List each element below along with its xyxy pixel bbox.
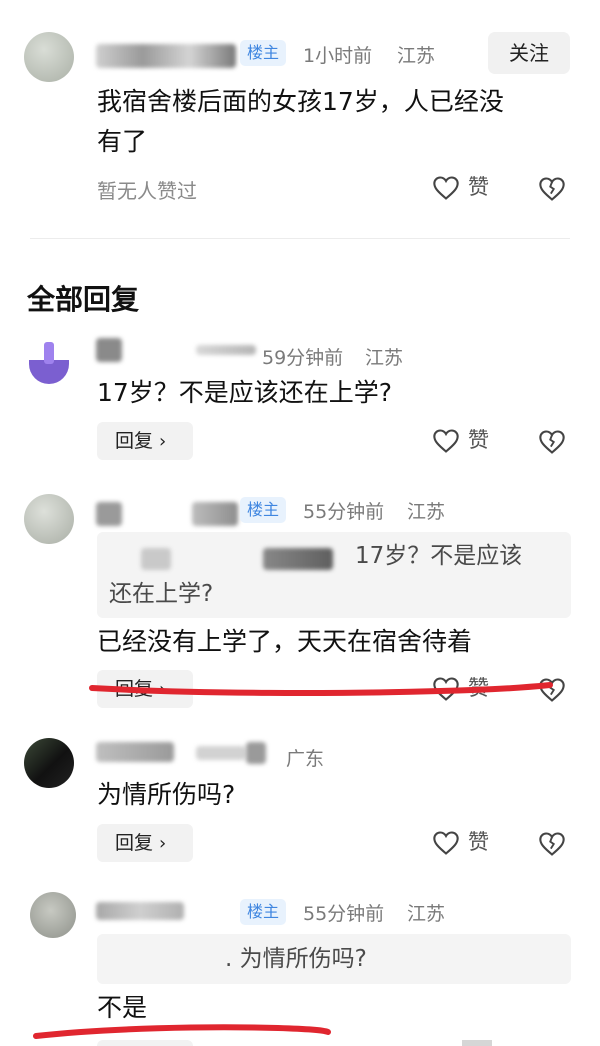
op-badge: 楼主 <box>240 899 287 925</box>
reply-content: 不是 <box>97 993 148 1022</box>
username-blurred[interactable] <box>96 502 122 526</box>
quote-line1: 17岁？不是应该 <box>355 543 523 569</box>
reply-location: 江苏 <box>407 903 446 925</box>
like-button[interactable]: 赞 <box>432 673 494 703</box>
reply-time: 55分钟前 <box>303 501 385 523</box>
avatar[interactable] <box>24 738 74 788</box>
broken-heart-icon[interactable] <box>538 676 566 704</box>
like-button[interactable]: 赞 <box>432 172 494 202</box>
like-label: 赞 <box>468 676 489 700</box>
post-content-line1: 我宿舍楼后面的女孩17岁，人已经没 <box>97 87 504 116</box>
like-label: 赞 <box>468 428 489 452</box>
chevron-right-icon: › <box>159 833 167 854</box>
username-blurred[interactable] <box>192 502 238 526</box>
heart-outline-icon <box>433 831 459 855</box>
reply-label: 回复 <box>115 430 154 452</box>
quote-text: . 为情所伤吗? <box>225 946 367 972</box>
post-content-line2: 有了 <box>97 127 148 156</box>
avatar[interactable] <box>24 336 74 386</box>
divider <box>30 238 570 239</box>
heart-outline-icon <box>433 176 459 200</box>
username-blurred[interactable] <box>246 742 266 764</box>
username-blurred[interactable] <box>96 742 174 762</box>
no-likes-text: 暂无人赞过 <box>97 179 197 203</box>
reply-location: 江苏 <box>365 347 404 369</box>
quote-content: 为情所伤吗? <box>239 946 367 972</box>
op-badge: 楼主 <box>240 497 287 523</box>
section-title: 全部回复 <box>27 283 140 316</box>
reply-location: 广东 <box>286 748 325 770</box>
avatar[interactable] <box>30 892 76 938</box>
reply-content: 17岁？不是应该还在上学? <box>97 378 393 407</box>
reply-label: 回复 <box>115 678 154 700</box>
reply-content: 为情所伤吗? <box>97 780 236 809</box>
reply-time: 59分钟前 <box>262 347 344 369</box>
avatar[interactable] <box>24 494 74 544</box>
post-time: 1小时前 <box>303 45 373 67</box>
avatar[interactable] <box>24 32 74 82</box>
broken-heart-icon[interactable] <box>538 175 566 203</box>
broken-heart-icon[interactable] <box>538 830 566 858</box>
quote-line2: 还在上学? <box>109 581 214 607</box>
reply-location: 江苏 <box>407 501 446 523</box>
like-button[interactable]: 赞 <box>432 425 494 455</box>
username-blurred[interactable] <box>96 902 184 920</box>
reply-button[interactable]: 回复 › <box>97 670 193 708</box>
chevron-right-icon: › <box>159 431 167 452</box>
quoted-username-blurred <box>141 548 171 570</box>
follow-button[interactable]: 关注 <box>488 32 570 74</box>
quoted-reply: 17岁？不是应该 还在上学? <box>97 532 571 618</box>
heart-outline-icon <box>433 429 459 453</box>
reply-label: 回复 <box>115 832 154 854</box>
like-button[interactable]: 赞 <box>432 827 494 857</box>
heart-outline-icon <box>433 677 459 701</box>
username-blurred[interactable] <box>96 338 122 362</box>
chevron-right-icon: › <box>159 679 167 700</box>
quoted-reply: . 为情所伤吗? <box>97 934 571 984</box>
username-blurred[interactable] <box>196 746 246 760</box>
like-button-partial[interactable] <box>462 1040 492 1046</box>
broken-heart-icon[interactable] <box>538 428 566 456</box>
reply-button[interactable]: 回复 › <box>97 824 193 862</box>
username-blurred[interactable] <box>96 44 236 68</box>
like-label: 赞 <box>468 175 489 199</box>
op-badge: 楼主 <box>240 40 287 66</box>
reply-button[interactable]: 回复 › <box>97 422 193 460</box>
reply-time: 55分钟前 <box>303 903 385 925</box>
like-label: 赞 <box>468 830 489 854</box>
quoted-username-blurred <box>263 548 333 570</box>
post-location: 江苏 <box>397 45 436 67</box>
reply-button-partial[interactable] <box>97 1040 193 1046</box>
username-blurred[interactable] <box>196 345 256 355</box>
reply-content: 已经没有上学了，天天在宿舍待着 <box>97 627 473 656</box>
